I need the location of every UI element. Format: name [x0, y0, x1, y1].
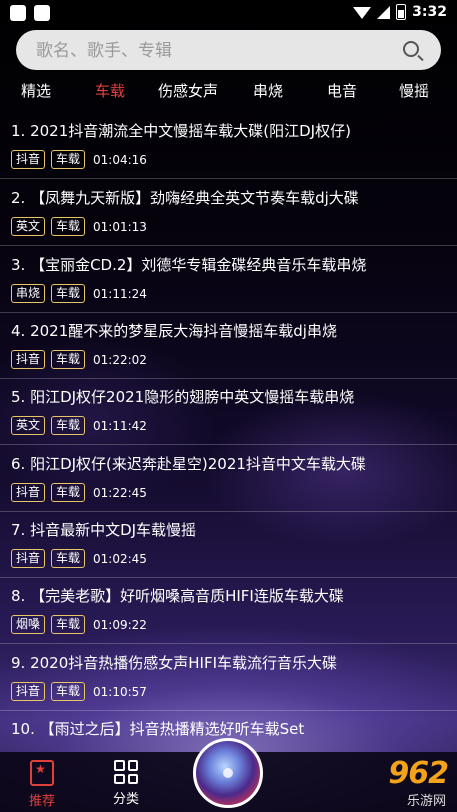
search-bar[interactable]: [16, 30, 441, 72]
tab-slow-rock[interactable]: 慢摇: [379, 80, 449, 101]
song-title: 10. 【雨过之后】抖音热播精选好听车载Set: [11, 720, 305, 738]
list-item[interactable]: 7. 抖音最新中文DJ车载慢摇 抖音 车载 01:02:45: [0, 511, 457, 578]
song-duration: 01:22:02: [93, 352, 147, 367]
song-duration: 01:11:42: [93, 418, 147, 433]
song-title: 1. 2021抖音潮流全中文慢摇车载大碟(阳江DJ权仔): [11, 122, 351, 140]
list-item[interactable]: 3. 【宝丽金CD.2】刘德华专辑金碟经典音乐车载串烧 串烧 车载 01:11:…: [0, 246, 457, 313]
song-tag: 车载: [51, 350, 86, 369]
song-duration: 01:02:45: [93, 551, 147, 566]
song-title: 5. 阳江DJ权仔2021隐形的翅膀中英文慢摇车载串烧: [11, 388, 355, 406]
list-item[interactable]: 8. 【完美老歌】好听烟嗓高音质HIFI连版车载大碟 烟嗓 车载 01:09:2…: [0, 577, 457, 644]
song-tag: 英文: [11, 416, 46, 435]
nav-recommend[interactable]: 推荐: [20, 760, 64, 809]
watermark-site: 乐游网: [406, 794, 446, 809]
list-item[interactable]: 5. 阳江DJ权仔2021隐形的翅膀中英文慢摇车载串烧 英文 车载 01:11:…: [0, 378, 457, 445]
watermark-logo: 962 乐游网: [335, 752, 450, 809]
tab-car[interactable]: 车载: [75, 80, 145, 101]
song-tag: 烟嗓: [11, 615, 46, 634]
nav-category-label: 分类: [112, 792, 139, 807]
song-title: 4. 2021醒不来的梦星辰大海抖音慢摇车载dj串烧: [11, 322, 337, 340]
song-tag: 抖音: [11, 483, 46, 502]
song-title: 3. 【宝丽金CD.2】刘德华专辑金碟经典音乐车载串烧: [11, 256, 367, 274]
grid-icon: [114, 760, 138, 784]
nav-recommend-label: 推荐: [28, 794, 55, 809]
song-duration: 01:10:57: [93, 684, 147, 699]
song-tag: 车载: [51, 416, 86, 435]
song-title: 8. 【完美老歌】好听烟嗓高音质HIFI连版车载大碟: [11, 587, 344, 605]
song-tag: 抖音: [11, 682, 46, 701]
song-tag: 车载: [51, 217, 86, 236]
song-title: 7. 抖音最新中文DJ车载慢摇: [11, 521, 197, 539]
notification-icon: [10, 5, 26, 21]
song-tag: 抖音: [11, 350, 46, 369]
song-tag: 车载: [51, 682, 86, 701]
song-tag: 车载: [51, 615, 86, 634]
status-bar: 3:32: [0, 0, 457, 28]
song-duration: 01:11:24: [93, 286, 147, 301]
list-item[interactable]: 1. 2021抖音潮流全中文慢摇车载大碟(阳江DJ权仔) 抖音 车载 01:04…: [0, 112, 457, 179]
song-tag: 抖音: [11, 150, 46, 169]
list-item[interactable]: 2. 【凤舞九天新版】劲嗨经典全英文节奏车载dj大碟 英文 车载 01:01:1…: [0, 179, 457, 246]
song-duration: 01:04:16: [93, 152, 147, 167]
song-duration: 01:09:22: [93, 617, 147, 632]
tab-medley[interactable]: 串烧: [233, 80, 303, 101]
song-tag: 串烧: [11, 284, 46, 303]
signal-icon: [377, 5, 391, 19]
song-tag: 车载: [51, 483, 86, 502]
notification-icon: [34, 5, 50, 21]
tab-electronic[interactable]: 电音: [307, 80, 377, 101]
list-item[interactable]: 4. 2021醒不来的梦星辰大海抖音慢摇车载dj串烧 抖音 车载 01:22:0…: [0, 312, 457, 379]
recommend-icon: [30, 760, 54, 786]
song-duration: 01:01:13: [93, 219, 147, 234]
watermark-brand: 962: [388, 756, 449, 791]
now-playing-disc[interactable]: [193, 738, 263, 808]
tab-featured[interactable]: 精选: [1, 80, 71, 101]
song-tag: 车载: [51, 284, 86, 303]
song-tag: 抖音: [11, 549, 46, 568]
song-tag: 车载: [51, 150, 86, 169]
nav-category[interactable]: 分类: [104, 760, 148, 807]
category-tabs: 精选 车载 伤感女声 串烧 电音 慢摇: [0, 80, 457, 110]
song-tag: 英文: [11, 217, 46, 236]
song-title: 6. 阳江DJ权仔(来迟奔赴星空)2021抖音中文车载大碟: [11, 455, 366, 473]
song-tag: 车载: [51, 549, 86, 568]
song-title: 9. 2020抖音热播伤感女声HIFI车载流行音乐大碟: [11, 654, 338, 672]
list-item[interactable]: 6. 阳江DJ权仔(来迟奔赴星空)2021抖音中文车载大碟 抖音 车载 01:2…: [0, 445, 457, 512]
clock: 3:32: [412, 4, 447, 20]
list-item[interactable]: 9. 2020抖音热播伤感女声HIFI车载流行音乐大碟 抖音 车载 01:10:…: [0, 644, 457, 711]
song-title: 2. 【凤舞九天新版】劲嗨经典全英文节奏车载dj大碟: [11, 189, 359, 207]
search-input[interactable]: [34, 30, 398, 72]
battery-icon: [396, 4, 407, 20]
wifi-icon: [353, 7, 372, 19]
search-icon[interactable]: [403, 41, 419, 57]
tab-sad-female[interactable]: 伤感女声: [153, 80, 223, 101]
song-duration: 01:22:45: [93, 485, 147, 500]
